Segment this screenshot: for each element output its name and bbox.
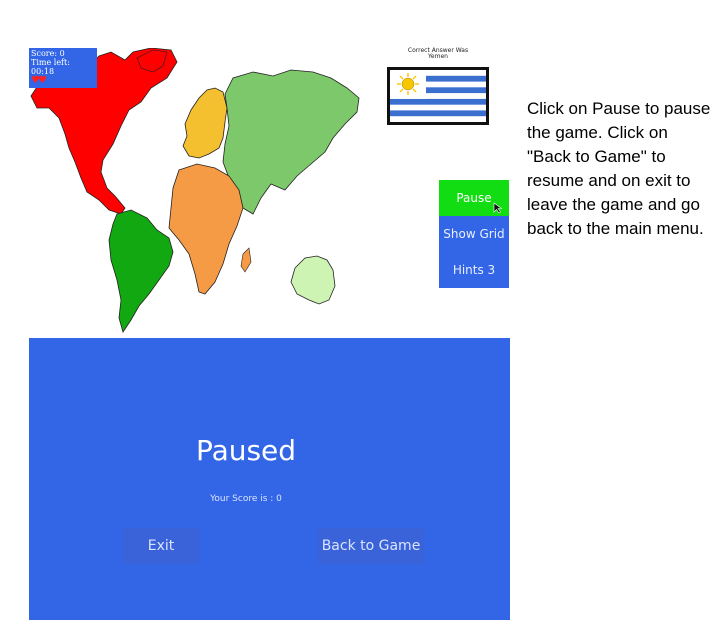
- uruguay-flag-icon: [387, 67, 489, 125]
- continent-asia[interactable]: [222, 69, 360, 215]
- show-grid-button-label: Show Grid: [443, 227, 505, 241]
- show-grid-button[interactable]: Show Grid: [439, 216, 509, 252]
- continent-europe[interactable]: [182, 87, 228, 159]
- time-left-label: Time left: 00:18: [31, 58, 70, 76]
- score-label: Score: 0: [31, 49, 65, 58]
- sun-of-may-icon: [397, 73, 419, 95]
- hints-button-label: Hints 3: [452, 263, 496, 277]
- continent-africa[interactable]: [168, 163, 244, 295]
- hud-panel: Score: 0 Time left: 00:18 ♥♥: [29, 48, 97, 88]
- pause-button[interactable]: Pause: [439, 180, 509, 216]
- hints-button[interactable]: Hints 3: [439, 252, 509, 288]
- back-to-game-button-label: Back to Game: [321, 538, 421, 554]
- correct-answer-box: Correct Answer Was Yemen: [385, 48, 491, 60]
- mouse-cursor-icon: [493, 202, 503, 214]
- exit-button[interactable]: Exit: [123, 528, 199, 564]
- help-text: Click on Pause to pause the game. Click …: [527, 99, 711, 238]
- world-map[interactable]: [29, 48, 369, 338]
- world-map-svg[interactable]: [29, 48, 369, 338]
- pause-button-label: Pause: [456, 191, 492, 205]
- pause-overlay: Paused Your Score is : 0 Exit Back to Ga…: [29, 338, 510, 620]
- flag-svg: [390, 70, 486, 122]
- paused-title: Paused: [195, 434, 297, 467]
- side-menu: Pause Show Grid Hints 3: [439, 180, 509, 288]
- exit-button-label: Exit: [147, 538, 175, 554]
- back-to-game-button[interactable]: Back to Game: [318, 528, 424, 564]
- pause-score-text: Your Score is : 0: [210, 494, 282, 504]
- correct-answer-country: Yemen: [428, 53, 448, 60]
- continent-australia[interactable]: [290, 255, 336, 305]
- continent-south-america[interactable]: [108, 209, 174, 333]
- lives-hearts-icon: ♥♥: [31, 75, 47, 86]
- madagascar[interactable]: [240, 247, 252, 273]
